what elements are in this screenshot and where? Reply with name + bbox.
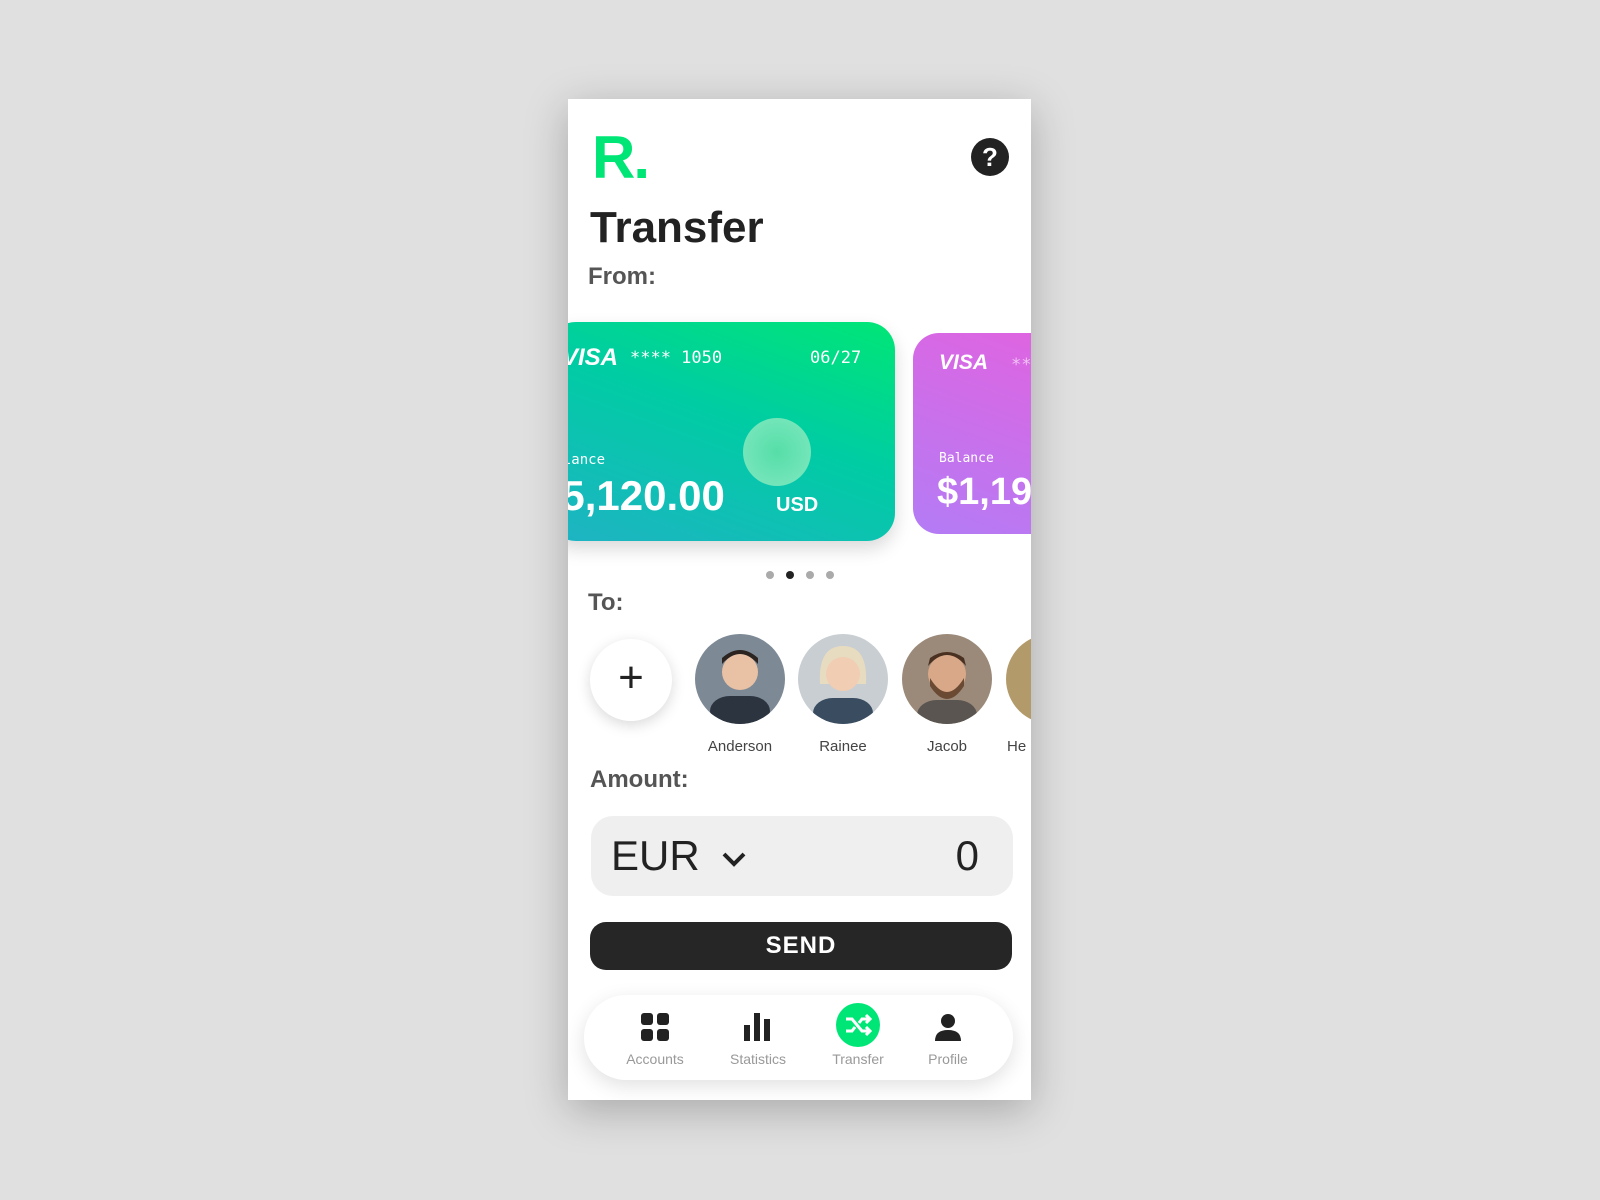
balance-label: Balance bbox=[939, 451, 994, 466]
visa-logo: VISA bbox=[568, 344, 619, 371]
phone-screen: R. ? Transfer From: VISA **** 1050 06/27… bbox=[568, 99, 1031, 1100]
contact-name: He bbox=[1007, 738, 1027, 755]
amount-input[interactable]: 0 bbox=[956, 832, 979, 880]
amount-field[interactable]: EUR 0 bbox=[591, 816, 1013, 896]
card-balance: $1,19 bbox=[937, 471, 1031, 513]
avatar bbox=[902, 634, 992, 724]
avatar bbox=[798, 634, 888, 724]
nav-label: Transfer bbox=[832, 1051, 884, 1067]
nav-label: Accounts bbox=[626, 1051, 684, 1067]
contact-name: Rainee bbox=[819, 738, 867, 755]
add-contact-button[interactable]: + bbox=[590, 639, 672, 721]
app-logo: R. bbox=[592, 124, 650, 191]
card-number: ** bbox=[1011, 355, 1031, 375]
nav-accounts[interactable]: Accounts bbox=[610, 1009, 700, 1067]
card-expiry: 06/27 bbox=[810, 348, 862, 368]
contact-rainee[interactable]: Rainee bbox=[793, 634, 893, 755]
contact-name: Jacob bbox=[926, 738, 968, 755]
to-label: To: bbox=[588, 589, 624, 616]
currency-select[interactable]: EUR bbox=[611, 832, 747, 880]
card-number: **** 1050 bbox=[630, 348, 723, 368]
page-title: Transfer bbox=[590, 203, 764, 252]
contact-he[interactable]: He bbox=[1001, 634, 1031, 755]
nav-transfer[interactable]: Transfer bbox=[813, 1003, 903, 1067]
contact-anderson[interactable]: Anderson bbox=[690, 634, 790, 755]
amount-label: Amount: bbox=[590, 766, 689, 793]
plus-icon: + bbox=[618, 653, 644, 702]
question-circle-icon[interactable]: ? bbox=[971, 138, 1009, 176]
carousel-dot[interactable] bbox=[806, 571, 814, 579]
chevron-down-icon bbox=[722, 852, 746, 867]
user-icon bbox=[903, 1009, 993, 1045]
carousel-dot-active[interactable] bbox=[786, 571, 794, 579]
nav-profile[interactable]: Profile bbox=[903, 1009, 993, 1067]
bar-chart-icon bbox=[713, 1009, 803, 1045]
contact-name: Anderson bbox=[707, 738, 773, 755]
balance-label: Balance bbox=[568, 452, 606, 468]
grid-icon bbox=[610, 1009, 700, 1045]
nav-statistics[interactable]: Statistics bbox=[713, 1009, 803, 1067]
card-visa-1050[interactable]: VISA **** 1050 06/27 Balance $5,120.00 U… bbox=[568, 322, 895, 541]
shuffle-icon bbox=[813, 1003, 903, 1047]
bottom-nav: Accounts Statistics Transfer Profile bbox=[584, 995, 1013, 1080]
nav-label: Statistics bbox=[729, 1051, 786, 1067]
carousel-dots bbox=[766, 571, 836, 579]
avatar bbox=[695, 634, 785, 724]
carousel-dot[interactable] bbox=[826, 571, 834, 579]
avatar bbox=[1006, 634, 1031, 724]
card-chip-orb bbox=[743, 418, 811, 486]
from-label: From: bbox=[588, 263, 656, 290]
contact-jacob[interactable]: Jacob bbox=[897, 634, 997, 755]
card-balance: $5,120.00 bbox=[568, 472, 725, 519]
currency-value: EUR bbox=[611, 832, 700, 879]
nav-label: Profile bbox=[928, 1051, 968, 1067]
visa-logo: VISA bbox=[939, 351, 989, 374]
card-visa-2[interactable]: VISA ** Balance $1,19 bbox=[913, 333, 1031, 534]
send-button[interactable]: SEND bbox=[590, 922, 1012, 970]
carousel-dot[interactable] bbox=[766, 571, 774, 579]
card-currency: USD bbox=[776, 494, 819, 516]
